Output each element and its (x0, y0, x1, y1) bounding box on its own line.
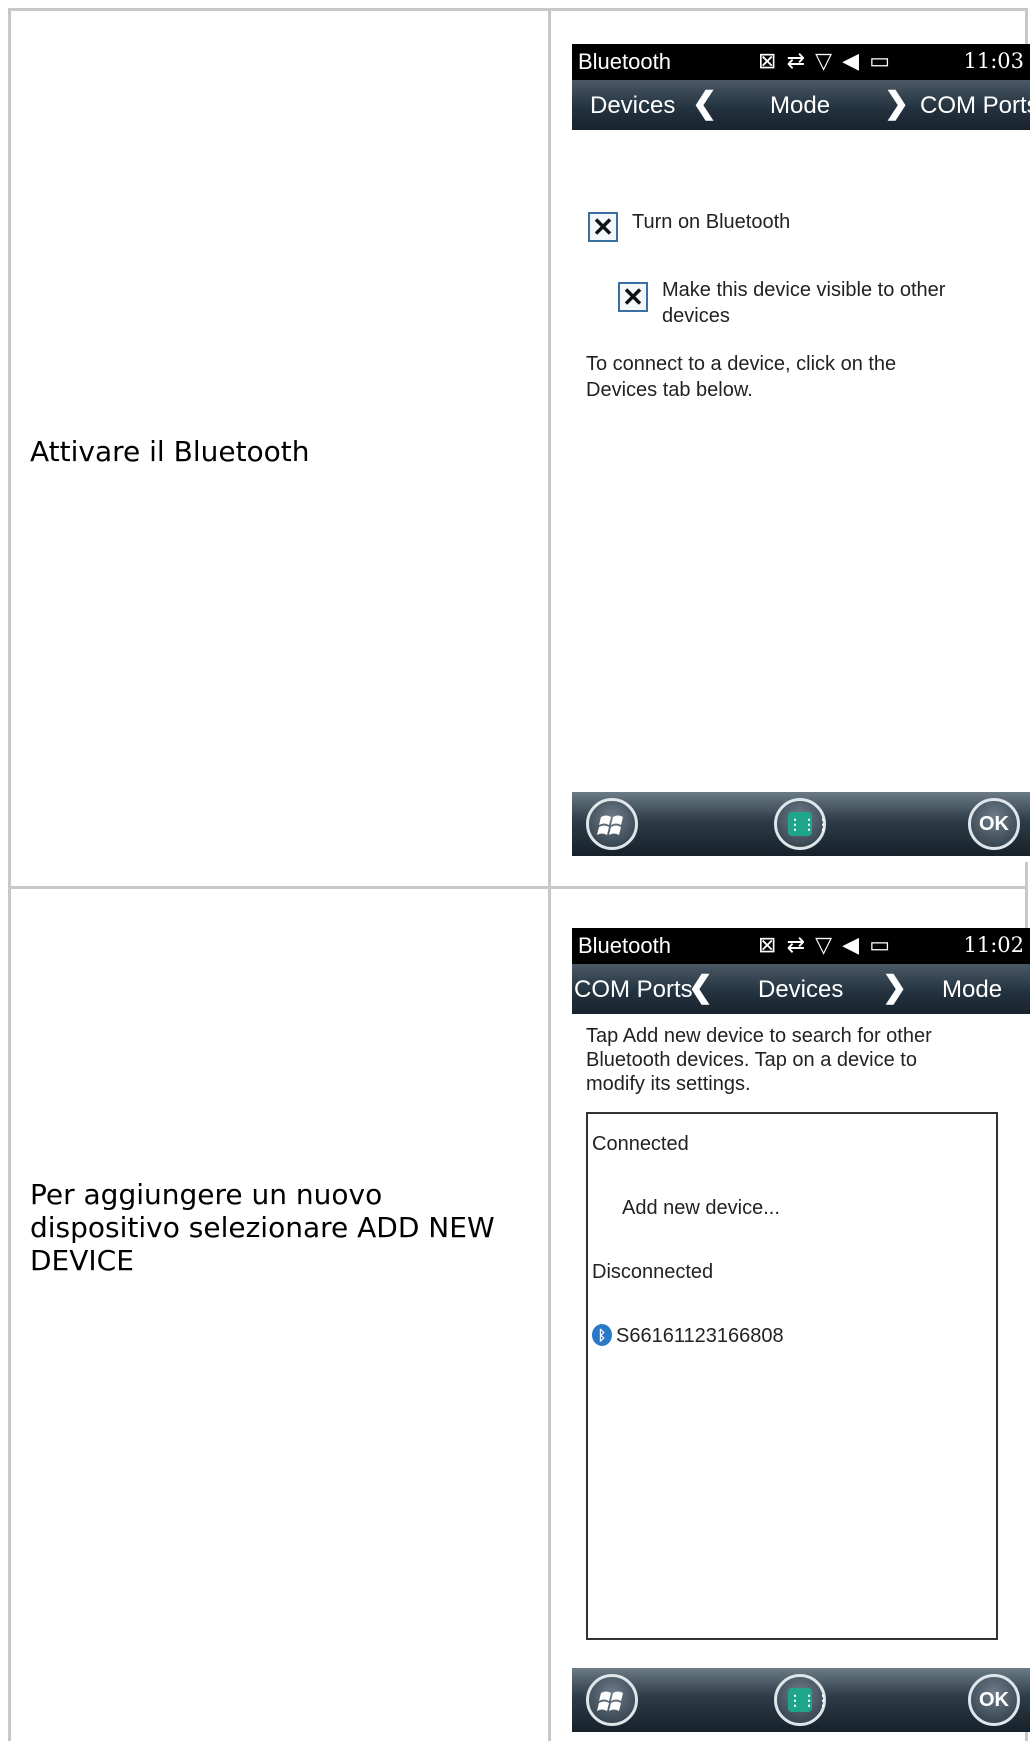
bluetooth-devices-screen: Bluetooth ⊠ ⇄ ▽ ◀ ▭ 11:02 COM Ports ❮ De… (572, 928, 1030, 1732)
tab-devices[interactable]: Devices (590, 92, 675, 120)
tab-com-ports[interactable]: COM Ports (920, 92, 1030, 120)
tab-bar: COM Ports ❮ Devices ❯ Mode (572, 964, 1030, 1014)
status-bar: Bluetooth ⊠ ⇄ ▽ ◀ ▭ 11:02 (572, 928, 1030, 964)
notification-icon: ⊠ (758, 932, 779, 957)
info-text-line2: Devices tab below. (586, 379, 753, 401)
no-signal-icon: ▽ (815, 48, 835, 73)
connected-header: Connected (592, 1133, 689, 1155)
ok-button[interactable]: OK (968, 798, 1020, 850)
speaker-mute-icon: ◀ (842, 48, 862, 73)
keyboard-grid-icon: ⋮⋮⋮ (788, 812, 830, 836)
add-new-device-item[interactable]: Add new device... (622, 1196, 780, 1220)
table-left-border (8, 8, 11, 1741)
device-list-item[interactable]: ᛒ S66161123166808 (592, 1322, 992, 1350)
data-connection-icon: ⇄ (786, 932, 807, 957)
no-signal-icon: ▽ (815, 932, 835, 957)
battery-icon: ▭ (869, 48, 893, 73)
visible-device-checkbox[interactable]: ✕ (618, 282, 648, 312)
document-table: Attivare il Bluetooth Bluetooth ⊠ ⇄ ▽ ◀ … (0, 0, 1035, 1741)
info-text-line1: To connect to a device, click on the (586, 353, 897, 375)
mode-content: ✕ Turn on Bluetooth ✕ Make this device v… (572, 130, 1030, 770)
turn-on-bluetooth-label: Turn on Bluetooth (632, 211, 791, 233)
tab-com-ports[interactable]: COM Ports (574, 976, 693, 1004)
intro-text-line1: Tap Add new device to search for other (586, 1025, 932, 1047)
row2-caption-line3: DEVICE (30, 1244, 134, 1277)
windows-start-button[interactable] (586, 798, 638, 850)
windows-flag-icon (597, 1691, 623, 1711)
chevron-right-icon[interactable]: ❯ (882, 970, 907, 1005)
notification-icon: ⊠ (758, 48, 779, 73)
bottom-bar: ⋮⋮⋮ OK (572, 792, 1030, 856)
bottom-bar: ⋮⋮⋮ OK (572, 1668, 1030, 1732)
disconnected-header: Disconnected (592, 1261, 714, 1283)
keyboard-button[interactable]: ⋮⋮⋮ (774, 798, 830, 850)
tab-bar: Devices ❮ Mode ❯ COM Ports (572, 80, 1030, 130)
ok-button[interactable]: OK (968, 1674, 1020, 1726)
visible-device-label-line2: devices (662, 305, 730, 327)
keyboard-grid-icon: ⋮⋮⋮ (788, 1688, 830, 1712)
chevron-left-icon[interactable]: ❮ (692, 86, 717, 121)
visible-device-label-line1: Make this device visible to other (662, 279, 946, 301)
row2-caption-line1: Per aggiungere un nuovo (30, 1178, 383, 1211)
device-name: S66161123166808 (616, 1325, 784, 1347)
table-column-divider (548, 8, 551, 1741)
table-row-divider (8, 886, 1028, 889)
battery-icon: ▭ (869, 932, 893, 957)
chevron-right-icon[interactable]: ❯ (884, 86, 909, 121)
intro-text-line3: modify its settings. (586, 1073, 751, 1095)
windows-flag-icon (597, 815, 623, 835)
status-app-title: Bluetooth (578, 933, 671, 958)
tab-devices[interactable]: Devices (758, 976, 843, 1004)
table-top-border (8, 8, 1028, 11)
tab-mode[interactable]: Mode (770, 92, 830, 120)
chevron-left-icon[interactable]: ❮ (688, 970, 713, 1005)
windows-start-button[interactable] (586, 1674, 638, 1726)
status-time: 11:02 (963, 933, 1024, 957)
devices-content: Tap Add new device to search for other B… (572, 1014, 1030, 1668)
tab-mode[interactable]: Mode (942, 976, 1002, 1004)
device-list[interactable]: Connected Add new device... Disconnected… (586, 1112, 998, 1640)
bluetooth-mode-screen: Bluetooth ⊠ ⇄ ▽ ◀ ▭ 11:03 Devices ❮ Mode… (572, 44, 1030, 862)
status-bar: Bluetooth ⊠ ⇄ ▽ ◀ ▭ 11:03 (572, 44, 1030, 80)
status-time: 11:03 (963, 49, 1024, 73)
keyboard-button[interactable]: ⋮⋮⋮ (774, 1674, 830, 1726)
bluetooth-icon: ᛒ (592, 1324, 612, 1346)
row1-caption: Attivare il Bluetooth (30, 435, 310, 468)
status-icons: ⊠ ⇄ ▽ ◀ ▭ (758, 48, 892, 74)
status-app-title: Bluetooth (578, 49, 671, 74)
intro-text-line2: Bluetooth devices. Tap on a device to (586, 1049, 917, 1071)
row2-caption-line2: dispositivo selezionare ADD NEW (30, 1211, 495, 1244)
status-icons: ⊠ ⇄ ▽ ◀ ▭ (758, 932, 892, 958)
speaker-mute-icon: ◀ (842, 932, 862, 957)
turn-on-bluetooth-checkbox[interactable]: ✕ (588, 212, 618, 242)
data-connection-icon: ⇄ (786, 48, 807, 73)
